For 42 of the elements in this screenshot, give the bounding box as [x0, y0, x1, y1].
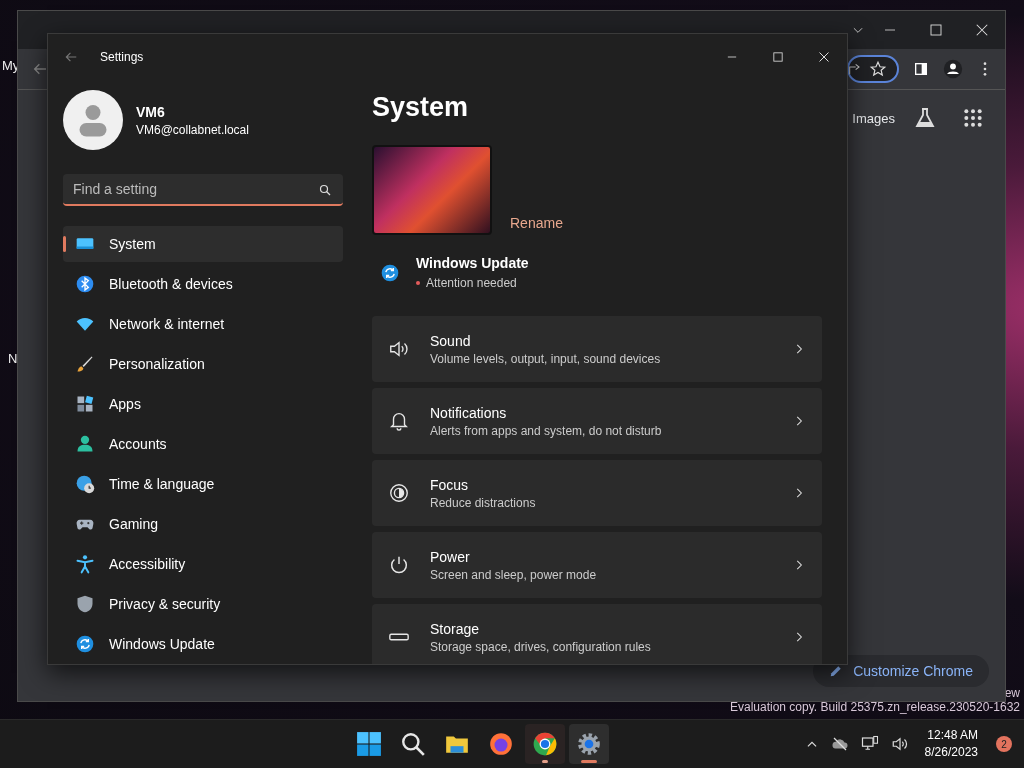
nav-item[interactable]: Network & internet	[63, 306, 343, 342]
date-text: 8/26/2023	[924, 744, 978, 761]
customize-chrome-button[interactable]: Customize Chrome	[813, 655, 989, 687]
settings-card[interactable]: Focus Reduce distractions	[372, 460, 822, 526]
notification-badge[interactable]: 2	[996, 736, 1012, 752]
rename-link[interactable]: Rename	[510, 215, 563, 231]
settings-card[interactable]: Notifications Alerts from apps and system, do not disturb	[372, 388, 822, 454]
card-subtitle: Storage space, drives, configuration rules	[430, 639, 652, 654]
card-subtitle: Reduce distractions	[430, 495, 537, 510]
settings-card[interactable]: Sound Volume levels, output, input, sound devices	[372, 316, 822, 382]
nav-item[interactable]: Accounts	[63, 426, 343, 462]
card-title: Focus	[430, 476, 470, 493]
settings-card[interactable]: Power Screen and sleep, power mode	[372, 532, 822, 598]
update-status: Attention needed	[426, 276, 517, 290]
card-title: Sound	[430, 332, 472, 349]
nav-item[interactable]: System	[63, 226, 343, 262]
desktop-icon-label[interactable]: N	[8, 351, 18, 366]
window-title: Settings	[100, 50, 145, 64]
nav-item[interactable]: Windows Update	[63, 626, 343, 662]
nav-item[interactable]: Gaming	[63, 506, 343, 542]
clock[interactable]: 12:48 AM 8/26/2023	[924, 727, 978, 761]
nav-item[interactable]: Bluetooth & devices	[63, 266, 343, 302]
update-title[interactable]: Windows Update	[416, 255, 529, 271]
nav-item[interactable]: Accessibility	[63, 546, 343, 582]
nav-item[interactable]: Apps	[63, 386, 343, 422]
card-subtitle: Alerts from apps and system, do not disturb	[430, 423, 663, 438]
card-subtitle: Screen and sleep, power mode	[430, 567, 598, 582]
search-field[interactable]: Find a setting	[63, 174, 343, 206]
user-email: VM6@collabnet.local	[136, 122, 249, 137]
images-link[interactable]: Images	[852, 110, 895, 126]
watermark-text: Evaluation copy. Build 25375.zn_release.230520-1632	[730, 700, 1020, 714]
card-title: Storage	[430, 620, 481, 637]
time-text: 12:48 AM	[927, 727, 978, 744]
nav-item[interactable]: Time & language	[63, 466, 343, 502]
user-name: VM6	[136, 103, 166, 120]
nav-item[interactable]: Personalization	[63, 346, 343, 382]
card-title: Notifications	[430, 404, 508, 421]
card-subtitle: Volume levels, output, input, sound devices	[430, 351, 662, 366]
page-heading: System	[372, 92, 470, 123]
nav-item[interactable]: Privacy & security	[63, 586, 343, 622]
settings-card[interactable]: Storage Storage space, drives, configuration rules	[372, 604, 822, 664]
card-title: Power	[430, 548, 471, 565]
